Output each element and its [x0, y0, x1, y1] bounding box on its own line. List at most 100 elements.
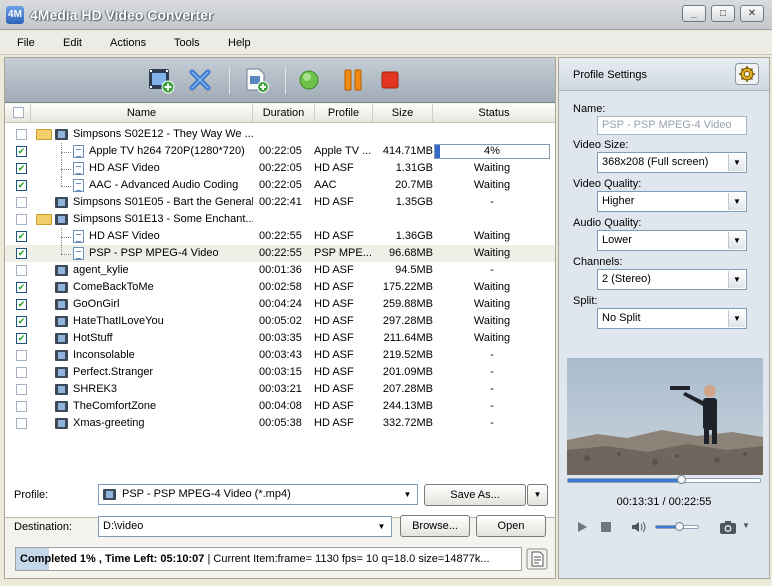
close-button[interactable]: ✕: [740, 5, 764, 22]
folder-icon[interactable]: [36, 129, 52, 140]
select-all-checkbox[interactable]: [13, 107, 24, 118]
volume-knob[interactable]: [675, 522, 684, 531]
start-icon[interactable]: [295, 66, 323, 94]
stop-playback-icon[interactable]: [600, 521, 612, 533]
menu-file[interactable]: File: [17, 37, 35, 49]
row-checkbox[interactable]: [16, 367, 27, 378]
table-row[interactable]: agent_kylie 00:01:36 HD ASF 94.5MB -: [5, 262, 555, 279]
open-button[interactable]: Open: [476, 515, 546, 537]
snapshot-dropdown-icon[interactable]: ▼: [742, 521, 750, 530]
seek-bar[interactable]: [567, 478, 761, 483]
table-row[interactable]: ✔ PSP - PSP MPEG-4 Video 00:22:55 PSP MPE..…: [5, 245, 555, 262]
table-row[interactable]: ✔ Apple TV h264 720P(1280*720) 00:22:05 App…: [5, 143, 555, 160]
column-status[interactable]: Status: [433, 104, 555, 123]
log-icon[interactable]: [526, 548, 548, 570]
browse-button[interactable]: Browse...: [400, 515, 470, 537]
row-checkbox[interactable]: ✔: [16, 333, 27, 344]
column-size[interactable]: Size: [373, 104, 433, 123]
table-row[interactable]: ✔ GoOnGirl 00:04:24 HD ASF 259.88MB Waiting: [5, 296, 555, 313]
row-checkbox[interactable]: [16, 129, 27, 140]
chevron-down-icon[interactable]: ▼: [373, 518, 390, 535]
maximize-button[interactable]: □: [711, 5, 735, 22]
row-checkbox[interactable]: [16, 350, 27, 361]
row-checkbox[interactable]: ✔: [16, 180, 27, 191]
table-row[interactable]: ✔ HotStuff 00:03:35 HD ASF 211.64MB Waiting: [5, 330, 555, 347]
row-name: SHREK3: [73, 383, 118, 395]
video-quality-select[interactable]: Higher ▼: [597, 191, 747, 212]
row-checkbox[interactable]: ✔: [16, 282, 27, 293]
header-checkbox-cell[interactable]: [5, 104, 31, 123]
remove-icon[interactable]: [186, 66, 214, 94]
chevron-down-icon[interactable]: ▼: [728, 193, 745, 210]
table-row[interactable]: ✔ HD ASF Video 00:22:55 HD ASF 1.36GB Waiting: [5, 228, 555, 245]
row-profile: Apple TV ...: [314, 145, 372, 157]
add-profile-icon[interactable]: [242, 66, 270, 94]
table-row[interactable]: ✔ HateThatILoveYou 00:05:02 HD ASF 297.28MB W…: [5, 313, 555, 330]
row-checkbox[interactable]: [16, 197, 27, 208]
profile-name-field[interactable]: PSP - PSP MPEG-4 Video: [597, 116, 747, 135]
table-row[interactable]: SHREK3 00:03:21 HD ASF 207.28MB -: [5, 381, 555, 398]
table-row[interactable]: Xmas-greeting 00:05:38 HD ASF 332.72MB -: [5, 415, 555, 432]
minimize-button[interactable]: _: [682, 5, 706, 22]
menu-bar: File Edit Actions Tools Help: [0, 31, 772, 55]
video-icon: [55, 401, 68, 412]
chevron-down-icon[interactable]: ▼: [728, 232, 745, 249]
row-name: Simpsons S01E05 - Bart the General: [73, 196, 253, 208]
save-as-button[interactable]: Save As...: [424, 484, 526, 506]
split-label: Split:: [573, 295, 598, 307]
table-row[interactable]: Simpsons S02E12 - They Way We ...: [5, 126, 555, 143]
stop-icon[interactable]: [376, 66, 404, 94]
row-checkbox[interactable]: [16, 214, 27, 225]
column-duration[interactable]: Duration: [253, 104, 315, 123]
save-as-dropdown-button[interactable]: ▼: [527, 484, 548, 506]
chevron-down-icon[interactable]: ▼: [728, 154, 745, 171]
menu-help[interactable]: Help: [228, 37, 251, 49]
row-checkbox[interactable]: [16, 418, 27, 429]
menu-edit[interactable]: Edit: [63, 37, 82, 49]
row-checkbox[interactable]: ✔: [16, 231, 27, 242]
chevron-down-icon[interactable]: ▼: [728, 310, 745, 327]
add-video-icon[interactable]: [147, 66, 175, 94]
row-name: Xmas-greeting: [73, 417, 145, 429]
row-checkbox[interactable]: ✔: [16, 163, 27, 174]
profile-label: Profile:: [14, 489, 49, 501]
volume-icon[interactable]: [631, 520, 647, 534]
snapshot-icon[interactable]: [719, 519, 737, 535]
row-checkbox[interactable]: ✔: [16, 248, 27, 259]
row-checkbox[interactable]: ✔: [16, 316, 27, 327]
column-name[interactable]: Name: [31, 104, 253, 123]
table-row[interactable]: ✔ HD ASF Video 00:22:05 HD ASF 1.31GB Waiting: [5, 160, 555, 177]
profile-select[interactable]: PSP - PSP MPEG-4 Video (*.mp4) ▼: [98, 484, 418, 505]
table-row[interactable]: Perfect.Stranger 00:03:15 HD ASF 201.09MB -: [5, 364, 555, 381]
column-profile[interactable]: Profile: [315, 104, 373, 123]
folder-icon[interactable]: [36, 214, 52, 225]
row-checkbox[interactable]: [16, 265, 27, 276]
menu-tools[interactable]: Tools: [174, 37, 200, 49]
row-profile: AAC: [314, 179, 337, 191]
row-checkbox[interactable]: ✔: [16, 146, 27, 157]
tree-line: [61, 152, 71, 153]
chevron-down-icon[interactable]: ▼: [399, 486, 416, 503]
chevron-down-icon[interactable]: ▼: [728, 271, 745, 288]
table-row[interactable]: ✔ AAC - Advanced Audio Coding 00:22:05 AAC 2…: [5, 177, 555, 194]
table-row[interactable]: TheComfortZone 00:04:08 HD ASF 244.13MB -: [5, 398, 555, 415]
row-name: HD ASF Video: [89, 162, 160, 174]
row-checkbox[interactable]: [16, 401, 27, 412]
split-select[interactable]: No Split ▼: [597, 308, 747, 329]
table-row[interactable]: Simpsons S01E13 - Some Enchant...: [5, 211, 555, 228]
destination-input[interactable]: D:\video ▼: [98, 516, 392, 537]
audio-quality-select[interactable]: Lower ▼: [597, 230, 747, 251]
row-status: -: [490, 400, 494, 412]
table-row[interactable]: Inconsolable 00:03:43 HD ASF 219.52MB -: [5, 347, 555, 364]
play-icon[interactable]: [575, 520, 589, 534]
row-checkbox[interactable]: [16, 384, 27, 395]
seek-knob[interactable]: [677, 475, 686, 484]
channels-select[interactable]: 2 (Stereo) ▼: [597, 269, 747, 290]
row-checkbox[interactable]: ✔: [16, 299, 27, 310]
gear-icon[interactable]: [735, 63, 759, 85]
menu-actions[interactable]: Actions: [110, 37, 146, 49]
table-row[interactable]: Simpsons S01E05 - Bart the General 00:22:…: [5, 194, 555, 211]
video-size-select[interactable]: 368x208 (Full screen) ▼: [597, 152, 747, 173]
pause-icon[interactable]: [339, 66, 367, 94]
table-row[interactable]: ✔ ComeBackToMe 00:02:58 HD ASF 175.22MB Waiti…: [5, 279, 555, 296]
